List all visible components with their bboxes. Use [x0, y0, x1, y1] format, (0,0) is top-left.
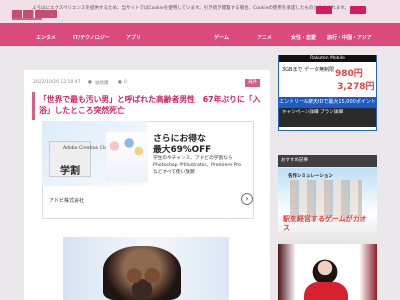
- nav-item-technology[interactable]: IT/テクノロジー: [73, 34, 110, 41]
- author-icon: ●: [88, 80, 92, 85]
- site-logo-subtitle: [12, 18, 42, 20]
- game-ad-top-label: 名作シミュレーション: [288, 174, 333, 179]
- comment-icon: ●: [118, 80, 122, 85]
- article-title: 「世界で最も汚い男」と呼ばれた高齢者男性 67年ぶりに「入浴」したところ突然死亡: [39, 95, 261, 115]
- article-author[interactable]: 福地康: [95, 80, 109, 86]
- ad-copy-area: さらにお得な 最大69%OFF 学生のやチャンス、アドビの学割なら Photos…: [153, 131, 245, 199]
- nav-item-apps[interactable]: アプリ: [126, 34, 141, 41]
- ad-company: アドビ株式会社: [49, 198, 85, 204]
- category-badge[interactable]: 海外: [245, 79, 260, 87]
- rakuten-price-1: 980円: [335, 69, 363, 79]
- nav-item-games[interactable]: ゲーム: [214, 34, 229, 41]
- cookie-message: よろはにエクスペリエンスを提供するため、当サイトではCookieを使用しています…: [32, 6, 349, 11]
- nav-item-anime[interactable]: アニメ: [257, 34, 272, 41]
- ad-discount-label: 学割: [60, 166, 80, 177]
- comment-count[interactable]: 0: [124, 80, 127, 85]
- main-navigation: エンタメ IT/テクノロジー アプリ ゲーム アニメ 女性・恋愛 旅行・中国・ア…: [0, 23, 400, 46]
- game-ad-title: 駅を経営するゲームがカオス: [283, 215, 367, 232]
- sidebar-section-heading: おすすめ記事: [278, 155, 377, 167]
- rakuten-price-2: 3,278円: [337, 82, 375, 92]
- article-date: 2022/10/26 12:10:47: [33, 80, 81, 85]
- ad-offer-line-2: 最大69%OFF: [153, 145, 212, 155]
- rakuten-ad-header: Rakuten Mobile: [279, 55, 376, 62]
- header-logo-strip: [0, 14, 400, 23]
- chevron-right-icon[interactable]: ›: [241, 193, 253, 205]
- nav-item-women-love[interactable]: 女性・恋愛: [291, 34, 316, 41]
- nav-item-entertainment[interactable]: エンタメ: [36, 34, 56, 41]
- nav-item-travel-asia[interactable]: 旅行・中国・アジア: [327, 34, 372, 41]
- game-ad[interactable]: 名作シミュレーション 駅を経営するゲームがカオス: [278, 168, 377, 244]
- rakuten-entry-banner[interactable]: エントリー&楽天IDで最大15,000ポイント: [279, 97, 376, 108]
- article-main-image: [103, 246, 181, 300]
- ad-description: 学生のやチャンス、アドビの学割なら Photoshop やIllustrator…: [153, 156, 242, 175]
- ad-character-illustration: [106, 132, 148, 182]
- site-logo: [12, 10, 57, 18]
- article-meta: 2022/10/26 12:10:47 ● 福地康 ● 0: [33, 80, 268, 88]
- rakuten-detail-links[interactable]: キャンペーン詳細 プラン詳細: [279, 108, 376, 127]
- red-shirt-detail: [304, 282, 348, 300]
